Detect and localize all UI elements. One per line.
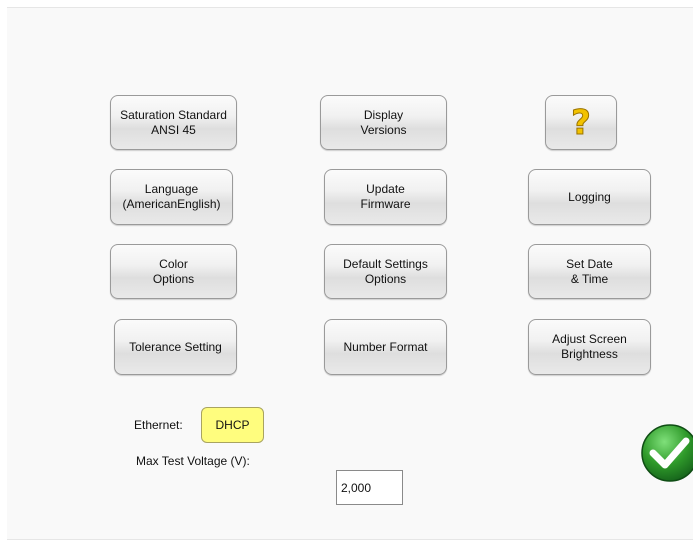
default-settings-label-line2: Options	[364, 271, 407, 286]
language-button[interactable]: Language (AmericanEnglish)	[110, 169, 233, 225]
set-date-time-button[interactable]: Set Date & Time	[528, 244, 651, 299]
color-options-label-line1: Color	[159, 256, 188, 271]
set-date-time-label-line1: Set Date	[566, 256, 613, 271]
question-mark-icon: ?	[571, 102, 592, 143]
language-value: (AmericanEnglish)	[122, 197, 221, 211]
color-options-label-line2: Options	[152, 271, 195, 286]
ethernet-mode-button[interactable]: DHCP	[201, 407, 264, 443]
update-firmware-label-line1: Update	[366, 182, 405, 196]
help-button[interactable]: ?	[545, 95, 617, 150]
checkmark-icon[interactable]	[640, 423, 693, 483]
update-firmware-label-line2: Firmware	[360, 197, 411, 211]
tolerance-setting-button[interactable]: Tolerance Setting	[114, 319, 237, 375]
max-test-voltage-label: Max Test Voltage (V):	[136, 454, 250, 468]
number-format-label: Number Format	[343, 339, 428, 354]
display-versions-button[interactable]: Display Versions	[320, 95, 447, 150]
number-format-button[interactable]: Number Format	[324, 319, 447, 375]
adjust-brightness-label-line2: Brightness	[561, 347, 618, 361]
display-versions-label-line2: Versions	[360, 122, 407, 137]
logging-button[interactable]: Logging	[528, 169, 651, 225]
set-date-time-label-line2: & Time	[570, 271, 609, 286]
update-firmware-button[interactable]: Update Firmware	[324, 169, 447, 225]
color-options-button[interactable]: Color Options	[110, 244, 237, 299]
display-versions-label-line1: Display	[363, 107, 404, 122]
ethernet-label: Ethernet:	[134, 418, 183, 432]
default-settings-button[interactable]: Default Settings Options	[324, 244, 447, 299]
max-test-voltage-input[interactable]: 2,000	[336, 470, 403, 505]
saturation-standard-label: Saturation Standard	[120, 107, 227, 122]
logging-label: Logging	[568, 189, 611, 204]
adjust-brightness-button[interactable]: Adjust Screen Brightness	[528, 319, 651, 375]
saturation-standard-button[interactable]: Saturation Standard ANSI 45	[110, 95, 237, 150]
adjust-brightness-label-line1: Adjust Screen	[552, 332, 627, 346]
saturation-standard-value: ANSI 45	[151, 122, 196, 137]
default-settings-label-line1: Default Settings	[343, 256, 428, 271]
tolerance-setting-label: Tolerance Setting	[129, 339, 222, 354]
language-label: Language	[144, 182, 199, 196]
